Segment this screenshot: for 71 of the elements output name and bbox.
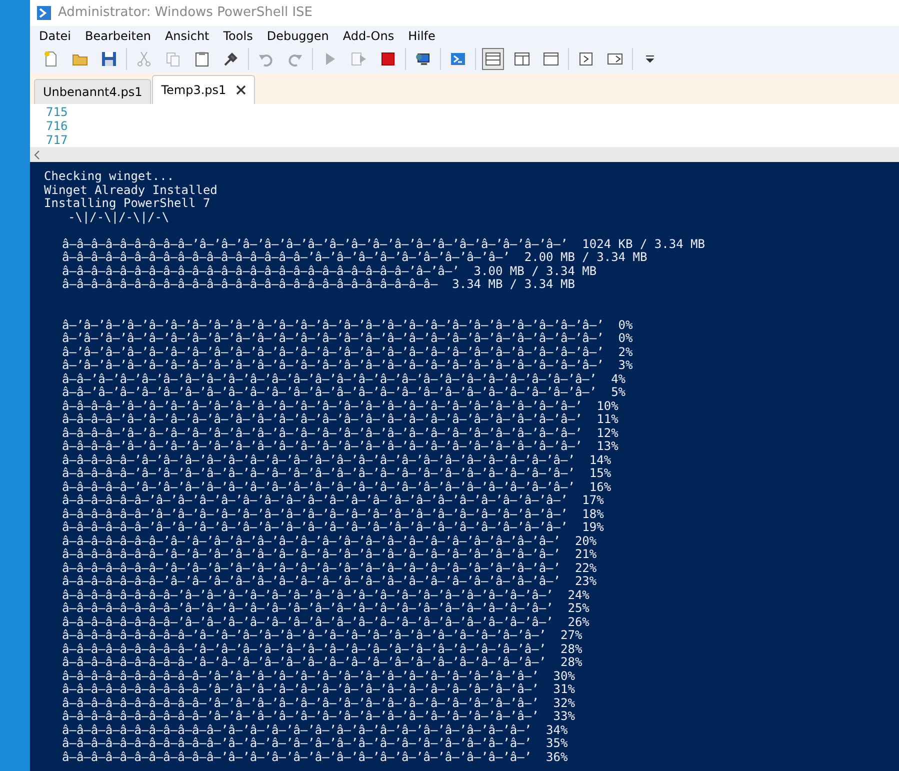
progress-output-line: â–â–â–â–â–â–’â–’â–’â–’â–’â–’â–’â–’â–’â–’â–’â–’â–’â–’â–’â–’â–’â–’â–’â–’ 17% bbox=[62, 493, 604, 507]
progress-output-line: â–â–â–â–â–â–â–â–’â–’â–’â–’â–’â–’â–’â–’â–’â–’â–’â–’â–’â–’â–’â–’â–’â–’ 26% bbox=[62, 614, 590, 628]
progress-output-line: â–â–â–â–’â–’â–’â–’â–’â–’â–’â–’â–’â–’â–’â–’â–’â–’â–’â–’â–’â–’â–’â–’â–’â–’ 12% bbox=[62, 426, 618, 440]
file-tab[interactable]: Temp3.ps1 bbox=[152, 75, 256, 104]
menu-item[interactable]: Add-Ons bbox=[336, 26, 402, 44]
layout-icon bbox=[514, 51, 530, 67]
stop-icon bbox=[380, 51, 396, 67]
menu-item[interactable]: Hilfe bbox=[401, 26, 442, 44]
output-line: Installing PowerShell 7 bbox=[44, 196, 210, 210]
progress-output-line: â–â–â–â–â–â–â–â–â–â–â–’â–’â–’â–’â–’â–’â–’â–’â–’â–’â–’â–’â–’â–’â–’ 36% bbox=[62, 750, 568, 764]
progress-output-line: â–â–â–â–â–’â–’â–’â–’â–’â–’â–’â–’â–’â–’â–’â–’â–’â–’â–’â–’â–’â–’â–’â–’â–’ 16% bbox=[62, 480, 612, 494]
progress-output-line: â–â–â–â–â–â–â–â–â–â–â–â–â–â–â–â–â–â–â–â–â–â–â–â–â–â– 3.34 MB / 3.34 MB bbox=[62, 277, 575, 291]
progress-output-line: â–â–â–â–â–â–â–â–â–’â–’â–’â–’â–’â–’â–’â–’â–’â–’â–’â–’â–’â–’â–’â–’â–’ 28% bbox=[62, 655, 582, 669]
progress-output-line: â–â–â–â–â–â–’â–’â–’â–’â–’â–’â–’â–’â–’â–’â–’â–’â–’â–’â–’â–’â–’â–’â–’â–’ 18% bbox=[62, 506, 604, 520]
progress-output-line: â–’â–’â–’â–’â–’â–’â–’â–’â–’â–’â–’â–’â–’â–’â–’â–’â–’â–’â–’â–’â–’â–’â–’â–’â–’ 0% bbox=[62, 331, 633, 345]
progress-output-line: â–â–â–â–â–â–â–â–â–â–’â–’â–’â–’â–’â–’â–’â–’â–’â–’â–’â–’â–’â–’â–’â–’ 32% bbox=[62, 696, 575, 710]
progress-output-line: â–â–â–â–â–â–â–â–â–â–â–’â–’â–’â–’â–’â–’â–’â–’â–’â–’â–’â–’â–’â–’â–’ 34% bbox=[62, 722, 568, 736]
prompt-icon bbox=[450, 51, 466, 67]
file-tab[interactable]: Unbenannt4.ps1 bbox=[34, 79, 152, 104]
menu-item[interactable]: Ansicht bbox=[158, 26, 216, 44]
menu-item[interactable]: Bearbeiten bbox=[78, 26, 158, 44]
menu-item[interactable]: Debuggen bbox=[260, 26, 336, 44]
window-title: Administrator: Windows PowerShell ISE bbox=[58, 4, 313, 22]
progress-output-line: â–â–â–â–â–â–â–â–â–’â–’â–’â–’â–’â–’â–’â–’â–’â–’â–’â–’â–’â–’â–’â–’â–’ 27% bbox=[62, 628, 582, 642]
progress-output-line: â–â–â–â–â–â–â–â–â–â–â–â–â–â–â–â–â–â–â–â–â–â–â–â–’â–’â–’ 3.00 MB / 3.34 MB bbox=[62, 264, 597, 278]
progress-output-line: â–â–â–â–â–â–â–â–â–â–â–â–â–â–â–â–â–’â–’â–’â–’â–’â–’â–’â–’â–’â–’ 2.00 MB / 3.34 MB bbox=[62, 250, 648, 264]
scroll-left-icon[interactable] bbox=[33, 150, 41, 160]
layout-button[interactable] bbox=[482, 48, 504, 70]
spinner-output-line: -\|/-\|/-\|/-\ bbox=[68, 210, 170, 224]
layout-icon bbox=[485, 51, 501, 67]
layout-icon bbox=[543, 51, 559, 67]
progress-output-line: â–â–â–â–â–â–â–’â–’â–’â–’â–’â–’â–’â–’â–’â–’â–’â–’â–’â–’â–’â–’â–’â–’â–’ 23% bbox=[62, 574, 597, 588]
menu-item[interactable]: Tools bbox=[216, 26, 260, 44]
run-selection-icon bbox=[351, 51, 367, 67]
close-icon[interactable] bbox=[236, 85, 246, 95]
brush-icon bbox=[223, 51, 239, 67]
progress-output-line: â–â–â–â–’â–’â–’â–’â–’â–’â–’â–’â–’â–’â–’â–’â–’â–’â–’â–’â–’â–’â–’â–’â–’â–’ 11% bbox=[62, 412, 618, 426]
progress-output-line: â–’â–’â–’â–’â–’â–’â–’â–’â–’â–’â–’â–’â–’â–’â–’â–’â–’â–’â–’â–’â–’â–’â–’â–’â–’ 2% bbox=[62, 344, 633, 358]
progress-output-line: â–â–’â–’â–’â–’â–’â–’â–’â–’â–’â–’â–’â–’â–’â–’â–’â–’â–’â–’â–’â–’â–’â–’â–’â–’ 4% bbox=[62, 372, 626, 386]
progress-output-line: â–â–â–â–â–â–â–â–â–â–’â–’â–’â–’â–’â–’â–’â–’â–’â–’â–’â–’â–’â–’â–’â–’ 31% bbox=[62, 682, 575, 696]
progress-output-line: â–â–â–â–â–â–â–â–â–’â–’â–’â–’â–’â–’â–’â–’â–’â–’â–’â–’â–’â–’â–’â–’â–’â–’ 1024 KB / 3.34 MB bbox=[62, 236, 705, 250]
document-icon bbox=[43, 51, 59, 67]
progress-output-line: â–â–â–â–â–â–â–â–’â–’â–’â–’â–’â–’â–’â–’â–’â–’â–’â–’â–’â–’â–’â–’â–’â–’ 24% bbox=[62, 588, 590, 602]
monitor-icon bbox=[415, 51, 431, 67]
copy-icon bbox=[165, 51, 181, 67]
caret-icon bbox=[645, 55, 655, 63]
progress-output-line: â–â–â–â–’â–’â–’â–’â–’â–’â–’â–’â–’â–’â–’â–’â–’â–’â–’â–’â–’â–’â–’â–’â–’â–’ 13% bbox=[62, 439, 618, 453]
line-number: 715 bbox=[46, 105, 69, 119]
menu-item[interactable]: Datei bbox=[32, 26, 78, 44]
progress-output-line: â–â–â–â–â–â–â–â–â–â–â–’â–’â–’â–’â–’â–’â–’â–’â–’â–’â–’â–’â–’â–’â–’ 35% bbox=[62, 736, 568, 750]
progress-output-line: â–â–â–â–â–â–â–’â–’â–’â–’â–’â–’â–’â–’â–’â–’â–’â–’â–’â–’â–’â–’â–’â–’â–’ 22% bbox=[62, 560, 597, 574]
progress-output-line: â–’â–’â–’â–’â–’â–’â–’â–’â–’â–’â–’â–’â–’â–’â–’â–’â–’â–’â–’â–’â–’â–’â–’â–’â–’ 0% bbox=[62, 318, 633, 332]
output-line: Checking winget... bbox=[44, 169, 174, 183]
clipboard-icon bbox=[194, 51, 210, 67]
progress-output-line: â–â–â–â–â–â–’â–’â–’â–’â–’â–’â–’â–’â–’â–’â–’â–’â–’â–’â–’â–’â–’â–’â–’â–’ 19% bbox=[62, 520, 604, 534]
progress-output-line: â–’â–’â–’â–’â–’â–’â–’â–’â–’â–’â–’â–’â–’â–’â–’â–’â–’â–’â–’â–’â–’â–’â–’â–’â–’ 3% bbox=[62, 358, 633, 372]
progress-output-line: â–â–â–â–â–â–â–’â–’â–’â–’â–’â–’â–’â–’â–’â–’â–’â–’â–’â–’â–’â–’â–’â–’â–’ 20% bbox=[62, 534, 597, 548]
progress-output-line: â–â–â–â–â–’â–’â–’â–’â–’â–’â–’â–’â–’â–’â–’â–’â–’â–’â–’â–’â–’â–’â–’â–’â–’ 15% bbox=[62, 466, 612, 480]
progress-output-line: â–â–â–â–’â–’â–’â–’â–’â–’â–’â–’â–’â–’â–’â–’â–’â–’â–’â–’â–’â–’â–’â–’â–’â–’ 10% bbox=[62, 398, 618, 412]
app-icon bbox=[36, 5, 52, 21]
output-line: Winget Already Installed bbox=[44, 182, 218, 196]
line-number: 717 bbox=[46, 133, 69, 147]
progress-output-line: â–â–â–â–â–â–â–’â–’â–’â–’â–’â–’â–’â–’â–’â–’â–’â–’â–’â–’â–’â–’â–’â–’â–’ 21% bbox=[62, 547, 597, 561]
progress-output-line: â–â–â–â–â–â–â–â–â–â–’â–’â–’â–’â–’â–’â–’â–’â–’â–’â–’â–’â–’â–’â–’â–’ 33% bbox=[62, 709, 575, 723]
progress-output-line: â–â–â–â–â–â–â–â–â–’â–’â–’â–’â–’â–’â–’â–’â–’â–’â–’â–’â–’â–’â–’â–’â–’ 28% bbox=[62, 642, 582, 656]
progress-output-line: â–â–â–â–â–â–â–â–â–â–’â–’â–’â–’â–’â–’â–’â–’â–’â–’â–’â–’â–’â–’â–’â–’ 30% bbox=[62, 668, 575, 682]
progress-output-line: â–â–â–â–â–â–â–â–’â–’â–’â–’â–’â–’â–’â–’â–’â–’â–’â–’â–’â–’â–’â–’â–’â–’ 25% bbox=[62, 601, 590, 615]
progress-output-line: â–â–’â–’â–’â–’â–’â–’â–’â–’â–’â–’â–’â–’â–’â–’â–’â–’â–’â–’â–’â–’â–’â–’â–’â–’ 5% bbox=[62, 385, 626, 399]
scissors-icon bbox=[136, 51, 152, 67]
progress-output-line: â–â–â–â–â–’â–’â–’â–’â–’â–’â–’â–’â–’â–’â–’â–’â–’â–’â–’â–’â–’â–’â–’â–’â–’ 14% bbox=[62, 452, 612, 466]
line-number: 716 bbox=[46, 119, 69, 133]
